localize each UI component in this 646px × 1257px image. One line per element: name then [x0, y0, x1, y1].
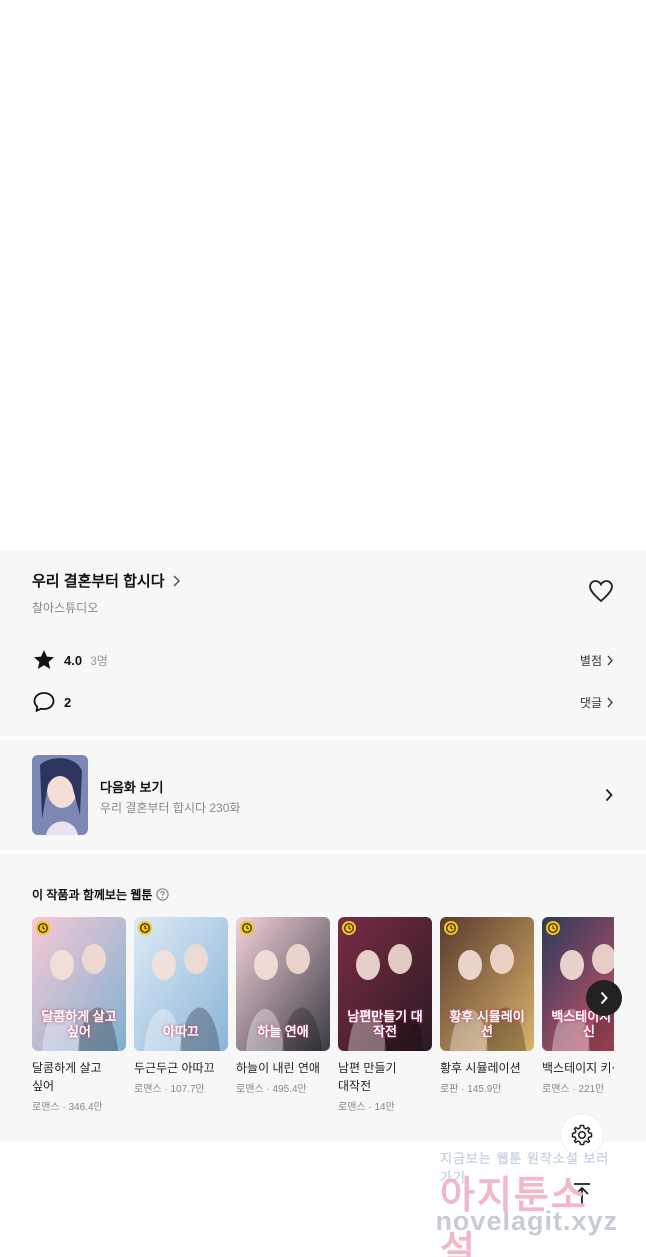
card-title: 남편 만들기 대작전: [338, 1061, 397, 1093]
recommendations-title: 이 작품과 함께보는 웹툰: [32, 888, 153, 902]
card-meta: 로맨스 · 495.4만: [236, 1084, 307, 1095]
star-icon: [34, 650, 54, 669]
card-meta: 로맨스 · 346.4만: [32, 1102, 103, 1113]
clock-icon: [240, 921, 254, 935]
help-icon[interactable]: [156, 888, 170, 901]
card-title: 백스테이지 키신: [542, 1061, 614, 1075]
work-info-panel: 우리 결혼부터 합시다 찰아스튜디오 4.0 3명 별점 2 댓글: [0, 550, 646, 736]
content-blank-area: [0, 0, 646, 550]
rating-link-label: 별점: [579, 653, 602, 668]
comment-count: 2: [64, 694, 72, 710]
comment-link[interactable]: 댓글: [580, 694, 614, 711]
card-title: 달콤하게 살고 싶어: [32, 1061, 102, 1093]
chevron-right-icon: [607, 697, 613, 707]
work-title: 우리 결혼부터 합시다: [32, 573, 165, 590]
cover-title-art: 남편만들기 대작전: [347, 1009, 423, 1039]
carousel-next-button[interactable]: [586, 980, 622, 1016]
cover-title-art: 황후 시뮬레이션: [449, 1009, 525, 1039]
card-title: 하늘이 내린 연애: [236, 1061, 320, 1075]
cover-image: 황후 시뮬레이션: [440, 917, 534, 1051]
clock-icon: [138, 921, 152, 935]
card-meta: 로맨스 · 14만: [338, 1102, 395, 1113]
next-episode-label: 다음화 보기: [100, 780, 164, 795]
cover-title-art: 아따끄: [163, 1024, 199, 1039]
gear-icon: [571, 1124, 593, 1146]
card-title: 두근두근 아따끄: [134, 1061, 215, 1075]
recommendation-card[interactable]: 하늘 연애하늘이 내린 연애로맨스 · 495.4만: [236, 917, 330, 1095]
clock-icon: [36, 921, 50, 935]
watermark-url: novelagit.xyz: [435, 1206, 618, 1236]
chevron-right-icon: [173, 574, 180, 587]
work-title-link[interactable]: 우리 결혼부터 합시다: [32, 570, 181, 591]
card-meta: 로맨스 · 221만: [542, 1084, 605, 1095]
cover-image: 남편만들기 대작전: [338, 917, 432, 1051]
recommendation-card[interactable]: 남편만들기 대작전남편 만들기 대작전로맨스 · 14만: [338, 917, 432, 1113]
comment-link-label: 댓글: [579, 695, 602, 710]
card-title: 황후 시뮬레이션: [440, 1061, 521, 1075]
cover-title-art: 하늘 연애: [257, 1024, 309, 1039]
cover-title-art: 달콤하게 살고싶어: [41, 1009, 117, 1039]
recommendation-carousel: 달콤하게 살고싶어 달콤하게 살고 싶어 로맨스 · 346.4만 아따끄 두근두근 아…: [32, 917, 614, 1117]
chevron-right-icon: [605, 788, 613, 802]
cover-image: 달콤하게 살고싶어: [32, 917, 126, 1051]
comment-row: 2 댓글: [32, 690, 614, 714]
clock-icon: [444, 921, 458, 935]
chevron-right-icon: [607, 655, 613, 665]
comment-bubble-icon: [33, 692, 55, 712]
clock-icon: [342, 921, 356, 935]
card-meta: 로맨스 · 107.7만: [134, 1084, 205, 1095]
next-episode-thumbnail: [32, 755, 88, 835]
next-episode-card[interactable]: 다음화 보기 우리 결혼부터 합시다 230화: [0, 740, 646, 850]
rating-row: 4.0 3명 별점: [32, 648, 614, 672]
recommendation-card[interactable]: 아따끄두근두근 아따끄로맨스 · 107.7만: [134, 917, 228, 1095]
recommendation-card[interactable]: 달콤하게 살고싶어달콤하게 살고 싶어로맨스 · 346.4만: [32, 917, 126, 1113]
next-episode-subtitle: 우리 결혼부터 합시다 230화: [100, 801, 241, 815]
rating-value: 4.0: [64, 652, 83, 668]
chevron-right-icon: [600, 991, 608, 1005]
cover-image: 하늘 연애: [236, 917, 330, 1051]
rating-count: 3명: [90, 653, 108, 668]
recommendation-card[interactable]: 황후 시뮬레이션 황후 시뮬레이션 로판 · 145.9만: [440, 917, 534, 1095]
clock-icon: [546, 921, 560, 935]
recommendations-panel: 이 작품과 함께보는 웹툰 달콤하게 살고싶어달콤하게 살고 싶어로맨스 · 3…: [0, 854, 646, 1142]
heart-icon[interactable]: [588, 579, 614, 603]
rating-link[interactable]: 별점: [580, 652, 614, 669]
recommendations-heading: 이 작품과 함께보는 웹툰: [32, 886, 170, 903]
cover-image: 아따끄: [134, 917, 228, 1051]
work-author: 찰아스튜디오: [32, 601, 99, 615]
card-meta: 로판 · 145.9만: [440, 1084, 502, 1095]
site-watermark: 지금보는 웹툰 원작소설 보러가기 아지툰소설 novelagit.xyz: [435, 1148, 640, 1257]
